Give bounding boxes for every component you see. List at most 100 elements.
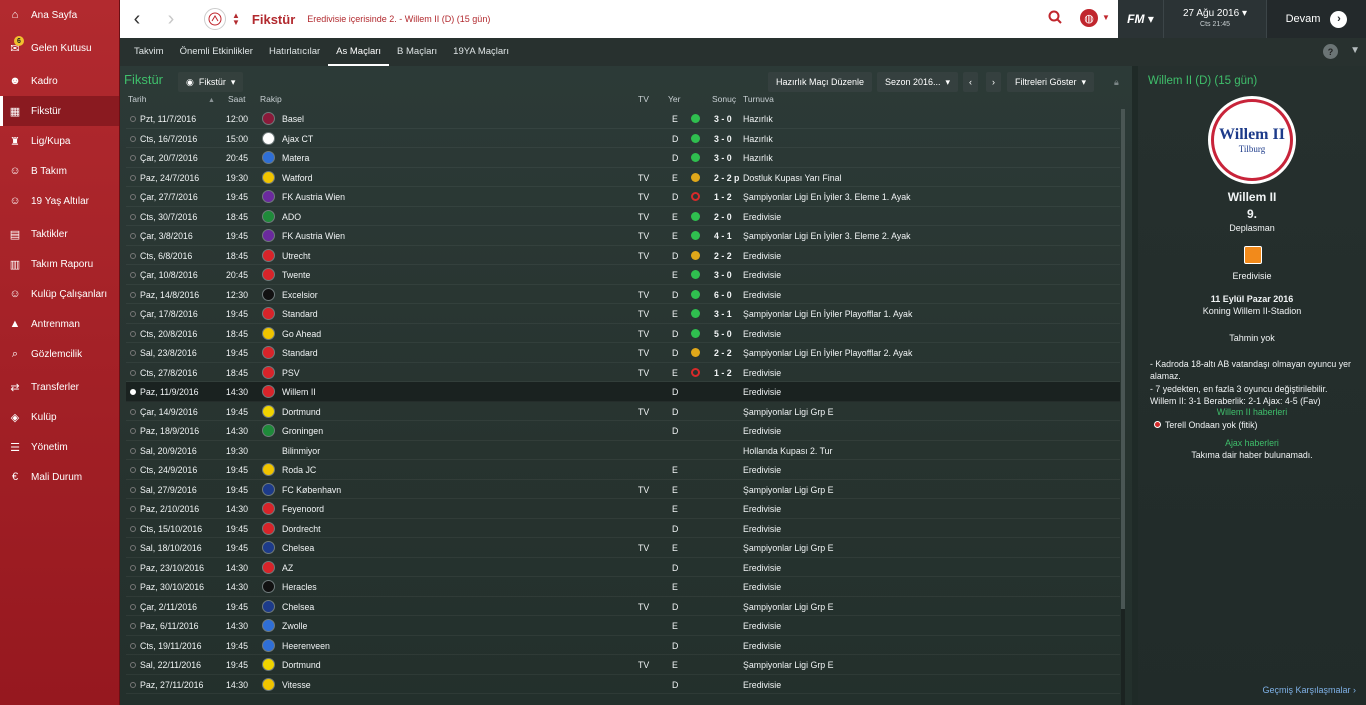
competition-name[interactable]: Eredivisie bbox=[743, 329, 781, 339]
row-select-radio[interactable] bbox=[130, 603, 136, 610]
table-row[interactable]: Paz, 23/10/2016 14:30 AZ D Eredivisie bbox=[126, 558, 1120, 577]
competition-name[interactable]: Şampiyonlar Ligi En İyiler 3. Eleme 2. A… bbox=[743, 231, 911, 241]
continue-button[interactable]: Devam › bbox=[1266, 0, 1366, 38]
row-select-radio[interactable] bbox=[130, 213, 136, 220]
opponent-name[interactable]: AZ bbox=[282, 563, 293, 573]
team-crest-icon[interactable] bbox=[262, 404, 275, 418]
opponent-name[interactable]: Twente bbox=[282, 270, 310, 280]
row-select-radio[interactable] bbox=[130, 584, 136, 590]
tab-3[interactable]: As Maçları bbox=[328, 38, 390, 66]
team-crest-icon[interactable] bbox=[262, 541, 275, 554]
competition-name[interactable]: Eredivisie bbox=[743, 465, 781, 475]
team-crest-icon[interactable] bbox=[262, 365, 275, 379]
table-row[interactable]: Paz, 27/11/2016 14:30 Vitesse D Eredivisie bbox=[126, 675, 1120, 694]
team-crest-icon[interactable] bbox=[262, 677, 275, 691]
competition-name[interactable]: Hazırlık bbox=[743, 134, 773, 144]
globe-icon[interactable]: ◍ bbox=[1080, 9, 1098, 27]
match-score[interactable]: 3 - 0 bbox=[714, 270, 732, 280]
competition-name[interactable]: Eredivisie bbox=[743, 563, 781, 573]
row-select-radio[interactable] bbox=[130, 486, 136, 493]
table-row[interactable]: Cts, 30/7/2016 18:45 ADO TV E 2 - 0 Eredivisie bbox=[126, 207, 1120, 226]
match-score[interactable]: 2 - 2 p bbox=[714, 173, 739, 183]
table-row[interactable]: Çar, 27/7/2016 19:45 FK Austria Wien TV D 1 -… bbox=[126, 187, 1120, 207]
col-tv[interactable]: TV bbox=[638, 94, 649, 104]
table-row[interactable]: Cts, 16/7/2016 15:00 Ajax CT D 3 - 0 Hazırlık bbox=[126, 129, 1120, 148]
competition-name[interactable]: Şampiyonlar Ligi Grp E bbox=[743, 407, 833, 417]
team-crest-icon[interactable] bbox=[262, 424, 275, 437]
sidebar-item-report[interactable]: ▥ Takım Raporu bbox=[0, 249, 119, 279]
team-crest-icon[interactable] bbox=[262, 482, 275, 496]
tab-2[interactable]: Hatırlatıcılar bbox=[261, 38, 328, 66]
row-select-radio[interactable] bbox=[130, 330, 136, 337]
competition-name[interactable]: Eredivisie bbox=[743, 582, 781, 592]
table-row[interactable]: Cts, 20/8/2016 18:45 Go Ahead TV D 5 - 0 Eredi… bbox=[126, 324, 1120, 343]
opponent-name[interactable]: Ajax CT bbox=[282, 134, 313, 144]
sidebar-item-training[interactable]: ▲ Antrenman bbox=[0, 309, 119, 339]
row-select-radio[interactable] bbox=[130, 252, 136, 259]
row-select-radio[interactable] bbox=[130, 311, 136, 317]
row-select-radio[interactable] bbox=[130, 174, 136, 181]
table-row[interactable]: Çar, 10/8/2016 20:45 Twente E 3 - 0 Eredivisi… bbox=[126, 265, 1120, 285]
team-crest-icon[interactable] bbox=[262, 287, 275, 301]
match-score[interactable]: 2 - 2 bbox=[714, 348, 732, 358]
opponent-name[interactable]: Zwolle bbox=[282, 621, 307, 631]
row-select-radio[interactable] bbox=[130, 291, 136, 298]
table-row[interactable]: Paz, 18/9/2016 14:30 Groningen D Eredivisie bbox=[126, 421, 1120, 441]
opponent-name[interactable]: Dordrecht bbox=[282, 524, 321, 534]
team-crest-icon[interactable] bbox=[262, 658, 275, 671]
match-score[interactable]: 5 - 0 bbox=[714, 329, 732, 339]
fm-logo[interactable]: FM ▾ bbox=[1118, 0, 1164, 38]
table-row[interactable]: Paz, 30/10/2016 14:30 Heracles E Eredivisie bbox=[126, 577, 1120, 597]
opponent-name[interactable]: Chelsea bbox=[282, 543, 314, 553]
opponent-name[interactable]: Basel bbox=[282, 114, 304, 124]
opponent-name[interactable]: Willem II bbox=[282, 387, 316, 397]
team-crest-icon[interactable] bbox=[262, 229, 275, 242]
competition-name[interactable]: Eredivisie bbox=[743, 426, 781, 436]
row-select-radio[interactable] bbox=[130, 194, 136, 200]
forward-arrow-icon[interactable]: › bbox=[154, 0, 188, 38]
sidebar-item-board[interactable]: ☰ Yönetim bbox=[0, 432, 119, 462]
row-select-radio[interactable] bbox=[130, 350, 136, 356]
match-score[interactable]: 3 - 1 bbox=[714, 309, 732, 319]
sidebar-item-transfers[interactable]: ⇄ Transferler bbox=[0, 372, 119, 402]
opponent-name[interactable]: Vitesse bbox=[282, 680, 311, 690]
row-select-radio[interactable] bbox=[130, 545, 136, 551]
opponent-name[interactable]: Excelsior bbox=[282, 290, 318, 300]
sidebar-item-tactics[interactable]: ▤ Taktikler bbox=[0, 219, 119, 249]
game-date[interactable]: 27 Ağu 2016 ▾ Cts 21:45 bbox=[1164, 8, 1266, 30]
scrollbar[interactable] bbox=[1121, 109, 1125, 705]
table-row[interactable]: Cts, 15/10/2016 19:45 Dordrecht D Eredivisie bbox=[126, 519, 1120, 538]
opponent-name[interactable]: Feyenoord bbox=[282, 504, 324, 514]
opponent-name[interactable]: Utrecht bbox=[282, 251, 310, 261]
sidebar-item-club[interactable]: ◈ Kulüp bbox=[0, 402, 119, 432]
row-select-radio[interactable] bbox=[130, 623, 136, 629]
opponent-name[interactable]: PSV bbox=[282, 368, 300, 378]
opponent-name[interactable]: Matera bbox=[282, 153, 309, 163]
sidebar-item-staff[interactable]: ☺ Kulüp Çalışanları bbox=[0, 279, 119, 309]
row-select-radio[interactable] bbox=[130, 116, 136, 122]
team-crest-icon[interactable] bbox=[262, 248, 275, 262]
search-icon[interactable] bbox=[1048, 10, 1062, 27]
table-row[interactable]: Çar, 14/9/2016 19:45 Dortmund TV D Şampiyonla… bbox=[126, 402, 1120, 421]
competition-name[interactable]: Şampiyonlar Ligi En İyiler 3. Eleme 1. A… bbox=[743, 192, 911, 202]
table-row[interactable]: Cts, 24/9/2016 19:45 Roda JC E Eredivisie bbox=[126, 460, 1120, 480]
opponent-name[interactable]: Bilinmiyor bbox=[282, 446, 320, 456]
opponent-news-item[interactable]: Terell Ondaan yok (fitik) bbox=[1154, 419, 1364, 431]
competition-name[interactable]: Eredivisie bbox=[743, 504, 781, 514]
opponent-name[interactable]: Watford bbox=[282, 173, 312, 183]
match-score[interactable]: 1 - 2 bbox=[714, 192, 732, 202]
table-row[interactable]: Sal, 22/11/2016 19:45 Dortmund TV E Şampiyonl… bbox=[126, 655, 1120, 675]
opponent-name[interactable]: Willem II bbox=[1138, 190, 1366, 204]
scroll-thumb[interactable] bbox=[1121, 109, 1125, 609]
row-select-radio[interactable] bbox=[130, 233, 136, 239]
competition-name[interactable]: Şampiyonlar Ligi Grp E bbox=[743, 485, 833, 495]
tab-1[interactable]: Önemli Etkinlikler bbox=[172, 38, 261, 66]
col-venue[interactable]: Yer bbox=[668, 94, 680, 104]
club-switch-icon[interactable]: ▲ ▼ bbox=[232, 12, 240, 27]
sidebar-item-squad[interactable]: ☻ Kadro bbox=[0, 66, 119, 96]
arrange-friendly-button[interactable]: Hazırlık Maçı Düzenle bbox=[768, 72, 873, 92]
sidebar-item-finances[interactable]: € Mali Durum bbox=[0, 462, 119, 492]
competition-name[interactable]: Eredivisie bbox=[743, 290, 781, 300]
sidebar-item-home[interactable]: ⌂ Ana Sayfa bbox=[0, 0, 119, 30]
opponent-name[interactable]: Dortmund bbox=[282, 660, 321, 670]
